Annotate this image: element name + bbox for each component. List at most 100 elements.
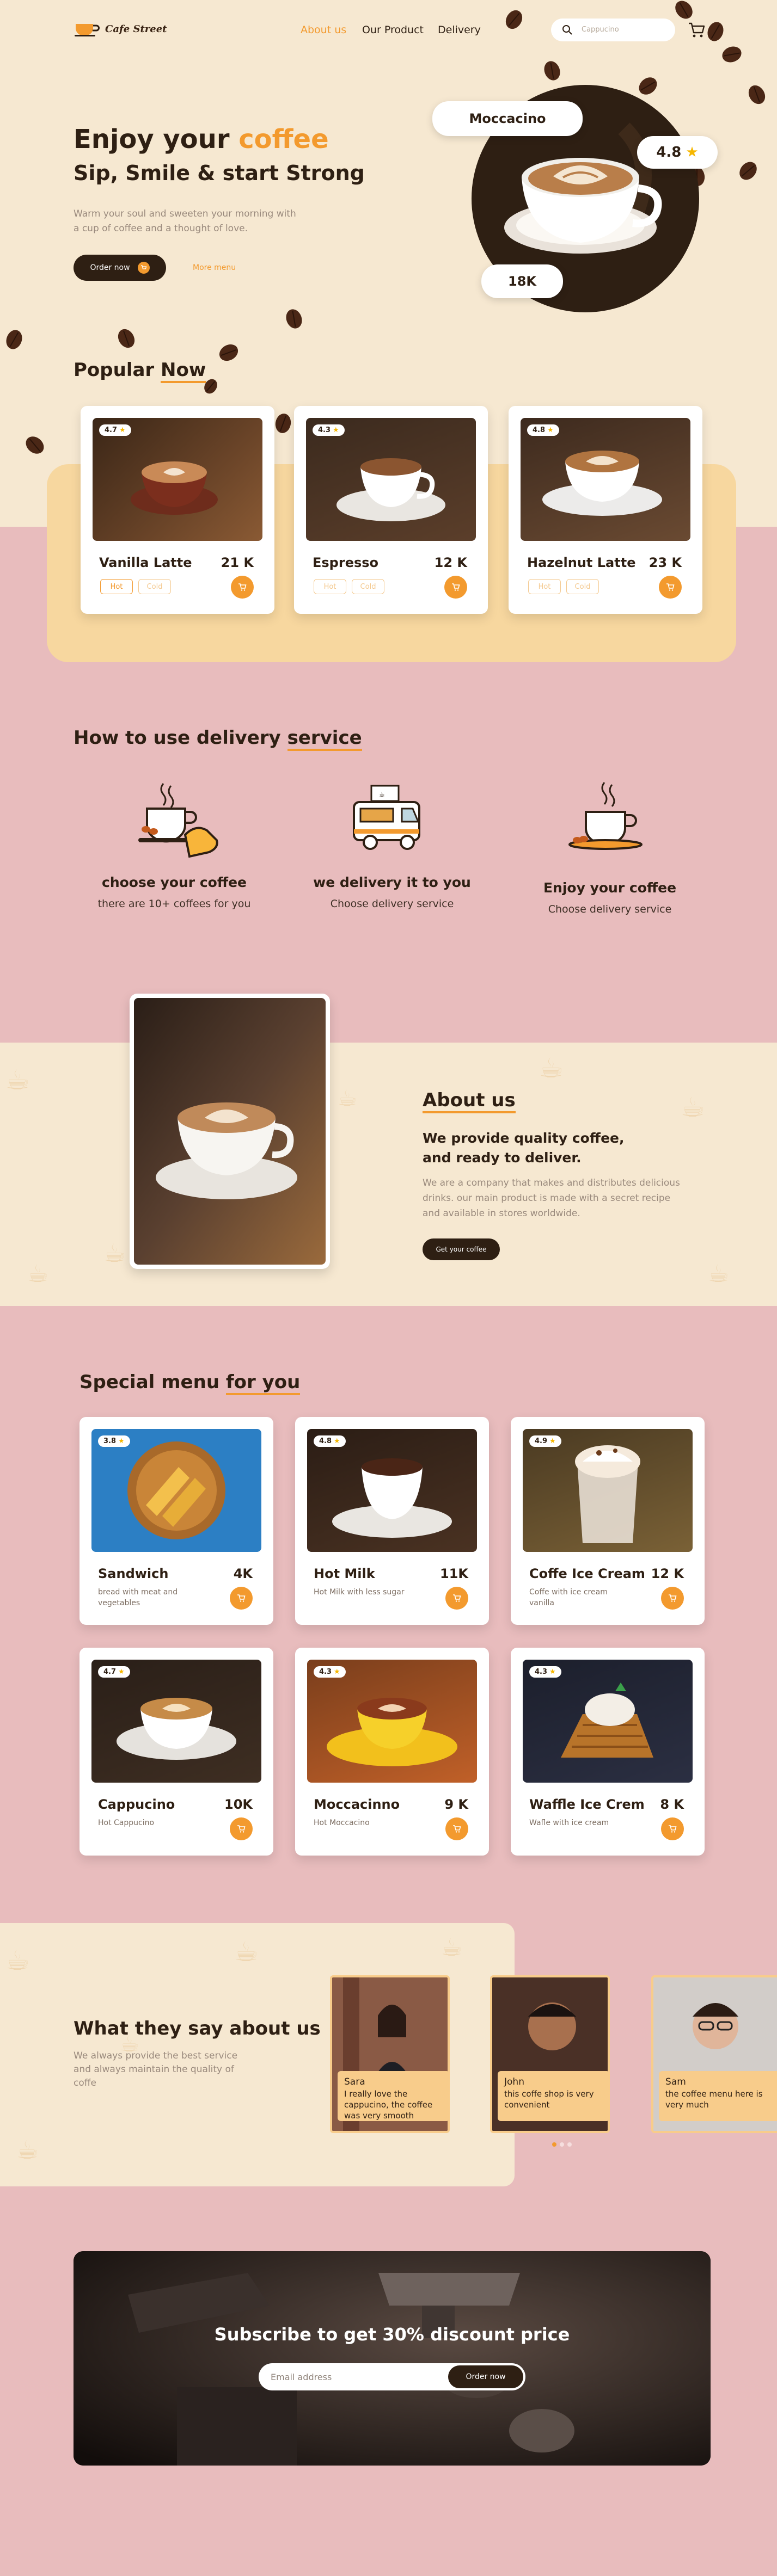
get-coffee-button[interactable]: Get your coffee bbox=[423, 1238, 500, 1260]
add-to-cart-button[interactable] bbox=[661, 1817, 684, 1840]
nav-link-product[interactable]: Our Product bbox=[362, 24, 424, 36]
product-name: Espresso bbox=[313, 555, 379, 570]
testimonial-name: Sam bbox=[665, 2076, 686, 2087]
hero-title-b: coffee bbox=[238, 124, 329, 155]
cart-icon[interactable] bbox=[687, 21, 706, 39]
product-card[interactable]: 4.3 ★ Espresso 12 K Hot Cold bbox=[294, 406, 488, 614]
testimonial-card[interactable]: Sara I really love the cappucino, the cof… bbox=[330, 1975, 450, 2133]
rating-value: 3.8 bbox=[103, 1437, 117, 1445]
testimonial-text: We always provide the best service and a… bbox=[74, 2050, 238, 2088]
how-title-a: How to use delivery bbox=[74, 727, 281, 749]
about-title-text: About us bbox=[423, 1089, 516, 1113]
product-card[interactable]: 4.7 ★ Vanilla Latte 21 K Hot Cold bbox=[81, 406, 274, 614]
how-title: How to use delivery service bbox=[74, 727, 362, 751]
cold-option[interactable]: Cold bbox=[138, 579, 171, 594]
menu-card[interactable]: 4.9 ★ Coffe Ice Cream 12 K Coffe with ice… bbox=[511, 1417, 705, 1625]
add-to-cart-button[interactable] bbox=[445, 1587, 468, 1610]
hazelnut-latte-image: 4.8 ★ bbox=[521, 418, 690, 541]
add-to-cart-button[interactable] bbox=[444, 576, 467, 599]
hero-title-a: Enjoy your bbox=[74, 124, 230, 155]
star-icon: ★ bbox=[549, 1668, 556, 1676]
subscribe-title: Subscribe to get 30% discount price bbox=[214, 2324, 570, 2345]
rating-value: 4.8 bbox=[319, 1437, 332, 1445]
star-icon: ★ bbox=[334, 1668, 340, 1676]
vanilla-latte-image: 4.7 ★ bbox=[93, 418, 262, 541]
star-icon: ★ bbox=[686, 144, 699, 161]
nav-link-delivery[interactable]: Delivery bbox=[438, 24, 481, 36]
rating-value: 4.9 bbox=[535, 1437, 548, 1445]
enjoy-coffee-icon bbox=[568, 782, 643, 850]
carousel-dot-active[interactable] bbox=[552, 2142, 556, 2147]
special-title-a: Special menu bbox=[79, 1371, 220, 1393]
menu-item-name: Moccacinno bbox=[314, 1797, 400, 1812]
carousel-dot[interactable] bbox=[560, 2142, 564, 2147]
sandwich-image: 3.8 ★ bbox=[91, 1429, 261, 1552]
testimonial-quote-box: Sara I really love the cappucino, the cof… bbox=[338, 2071, 448, 2121]
menu-item-name: Coffe Ice Cream bbox=[529, 1566, 645, 1581]
email-field[interactable]: Email address Order now bbox=[259, 2363, 525, 2390]
menu-item-price: 8 K bbox=[660, 1797, 684, 1812]
step-subtitle: there are 10+ coffees for you bbox=[97, 898, 251, 910]
email-placeholder: Email address bbox=[271, 2372, 332, 2382]
menu-card[interactable]: 4.8 ★ Hot Milk 11K Hot Milk with less sug… bbox=[295, 1417, 489, 1625]
rating-badge: 4.7 ★ bbox=[98, 1666, 130, 1678]
menu-card[interactable]: 4.7 ★ Cappucino 10K Hot Cappucino bbox=[79, 1648, 273, 1856]
menu-card[interactable]: 3.8 ★ Sandwich 4K bread with meat and veg… bbox=[79, 1417, 273, 1625]
cappucino-image: 4.7 ★ bbox=[91, 1660, 261, 1783]
cup-pattern-decoration: ☕ bbox=[27, 1260, 49, 1288]
cart-icon bbox=[669, 1825, 677, 1833]
product-card[interactable]: 4.8 ★ Hazelnut Latte 23 K Hot Cold bbox=[509, 406, 702, 614]
search-input[interactable]: Cappucino bbox=[551, 19, 675, 41]
about-section: ☕ ☕ ☕ ☕ ☕ ☕ ☕ bbox=[0, 1043, 777, 1306]
rating-value: 4.3 bbox=[535, 1668, 548, 1676]
add-to-cart-button[interactable] bbox=[661, 1587, 684, 1610]
cup-pattern-decoration: ☕ bbox=[103, 1238, 126, 1268]
add-to-cart-button[interactable] bbox=[230, 1587, 253, 1610]
rating-badge: 3.8 ★ bbox=[98, 1435, 130, 1447]
menu-item-name: Cappucino bbox=[98, 1797, 175, 1812]
rating-badge: 4.3 ★ bbox=[314, 1666, 346, 1678]
brand-logo[interactable]: Cafe Street bbox=[74, 21, 167, 37]
nav-link-about[interactable]: About us bbox=[301, 24, 346, 36]
moccacinno-image: 4.3 ★ bbox=[307, 1660, 477, 1783]
hot-option[interactable]: Hot bbox=[100, 579, 133, 594]
hot-option[interactable]: Hot bbox=[528, 579, 561, 594]
rating-badge: 4.8 ★ bbox=[527, 424, 559, 436]
cup-pattern-decoration: ☕ bbox=[681, 1092, 705, 1123]
add-to-cart-button[interactable] bbox=[445, 1817, 468, 1840]
search-icon bbox=[562, 25, 572, 35]
cup-pattern-decoration: ☕ bbox=[338, 1086, 357, 1111]
rating-badge: 4.8 ★ bbox=[314, 1435, 346, 1447]
cart-icon bbox=[237, 1594, 246, 1602]
cold-option[interactable]: Cold bbox=[352, 579, 384, 594]
star-icon: ★ bbox=[334, 1437, 340, 1445]
about-photo-frame bbox=[130, 994, 330, 1269]
coffe-ice-cream-image: 4.9 ★ bbox=[523, 1429, 693, 1552]
coffee-cup-logo-icon bbox=[75, 24, 100, 36]
hero-subtitle: Sip, Smile & start Strong bbox=[74, 161, 365, 185]
cart-icon bbox=[453, 1594, 461, 1602]
hot-option[interactable]: Hot bbox=[314, 579, 346, 594]
more-menu-link[interactable]: More menu bbox=[193, 263, 236, 272]
testimonial-card[interactable]: John this coffe shop is very convenient bbox=[490, 1975, 610, 2133]
menu-item-desc: Hot Moccacino bbox=[314, 1819, 370, 1827]
menu-card[interactable]: 4.3 ★ Waffle Ice Crem 8 K Wafle with ice … bbox=[511, 1648, 705, 1856]
add-to-cart-button[interactable] bbox=[659, 576, 682, 599]
testimonial-card[interactable]: Sam the coffee menu here is very much bbox=[651, 1975, 777, 2133]
cart-icon bbox=[237, 1825, 246, 1833]
carousel-dot[interactable] bbox=[567, 2142, 572, 2147]
add-to-cart-button[interactable] bbox=[230, 1817, 253, 1840]
cup-pattern-decoration: ☕ bbox=[16, 2135, 39, 2165]
order-now-button[interactable]: Order now bbox=[74, 255, 166, 281]
menu-item-desc: Hot Cappucino bbox=[98, 1819, 155, 1827]
hot-milk-image: 4.8 ★ bbox=[307, 1429, 477, 1552]
subscribe-order-button[interactable]: Order now bbox=[448, 2365, 523, 2388]
cart-icon bbox=[137, 262, 150, 274]
add-to-cart-button[interactable] bbox=[231, 576, 254, 599]
waffle-image: 4.3 ★ bbox=[523, 1660, 693, 1783]
menu-card[interactable]: 4.3 ★ Moccacinno 9 K Hot Moccacino bbox=[295, 1648, 489, 1856]
star-icon: ★ bbox=[119, 426, 126, 434]
testimonial-quote-box: Sam the coffee menu here is very much bbox=[659, 2071, 777, 2121]
rating-value: 4.3 bbox=[319, 1668, 332, 1676]
cold-option[interactable]: Cold bbox=[566, 579, 599, 594]
